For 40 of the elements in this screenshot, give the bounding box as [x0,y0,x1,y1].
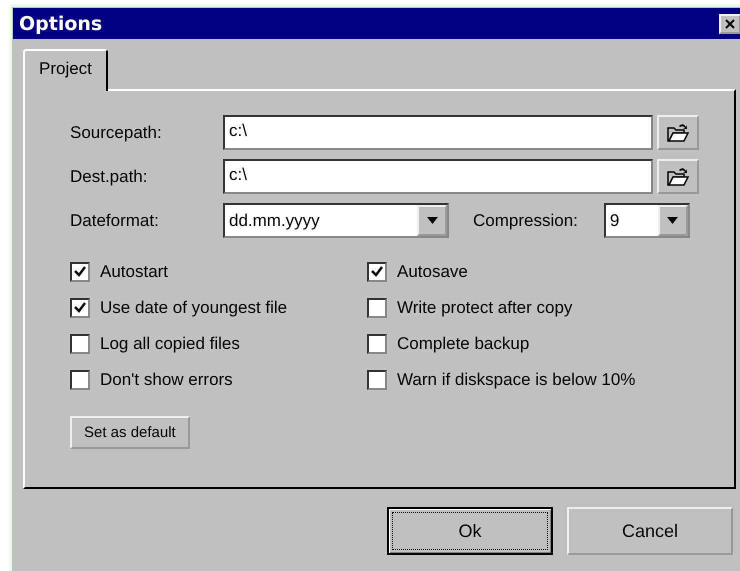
field-label: Sourcepath: [70,122,163,142]
checkbox-label: Log all copied files [100,334,240,354]
checkbox-label: Warn if diskspace is below 10% [397,370,636,390]
dropdown-arrow-icon [426,217,438,224]
checkbox-label: Autosave [397,262,468,282]
field-label: Dest.path: [70,166,148,186]
tab[interactable]: Project [23,49,108,91]
checkmark-icon [74,302,86,314]
close-icon [725,18,735,28]
browse-button[interactable] [657,115,699,150]
folder-icon [666,122,690,144]
checkbox[interactable] [70,298,90,318]
folder-icon [666,166,690,188]
dropdown-arrow-icon [667,217,678,224]
checkbox-label: Use date of youngest file [100,298,288,318]
checkmark-icon [74,266,86,278]
checkbox[interactable] [367,334,387,354]
field-label: Dateformat: [70,210,160,230]
checkmark-icon [371,266,383,278]
checkbox-label: Complete backup [397,334,530,354]
checkbox[interactable] [70,262,90,282]
checkbox[interactable] [367,262,387,282]
cancel-button[interactable]: Cancel [567,507,733,555]
window-title: Options [19,12,102,34]
checkbox[interactable] [367,298,387,318]
browse-button[interactable] [657,159,699,194]
checkbox-label: Autostart [100,262,168,282]
checkbox-label: Write protect after copy [397,298,572,318]
checkbox-label: Don't show errors [100,370,233,390]
field-label: Compression: [473,210,578,230]
ok-button[interactable]: Ok [387,507,553,555]
checkbox[interactable] [367,370,387,390]
path-field[interactable]: c:\ [223,159,653,194]
close-button[interactable] [719,14,740,34]
path-field[interactable]: c:\ [223,115,653,150]
compression-dropdown[interactable]: 9 [604,203,690,238]
checkbox[interactable] [70,370,90,390]
set-default-button[interactable]: Set as default [70,416,190,449]
checkbox[interactable] [70,334,90,354]
dateformat-dropdown[interactable]: dd.mm.yyyy [223,203,449,238]
